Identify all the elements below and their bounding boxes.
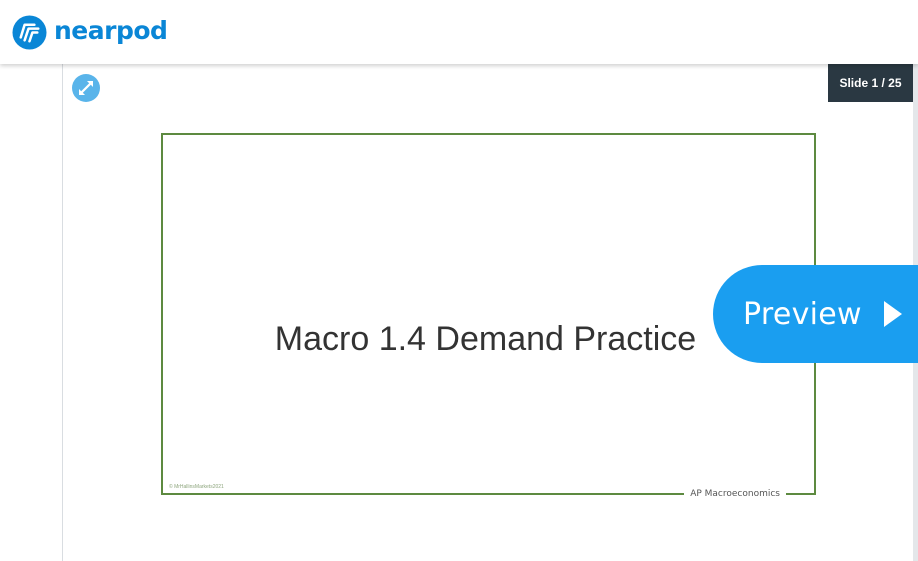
nearpod-logo[interactable]: nearpod: [12, 12, 168, 52]
slide-title: Macro 1.4 Demand Practice: [274, 320, 697, 358]
fullscreen-button[interactable]: [72, 74, 100, 102]
slide-copyright: © MrHallinsMarkets2021: [169, 484, 224, 490]
expand-arrows-icon: [79, 81, 93, 95]
slide-footer-course: AP Macroeconomics: [684, 488, 786, 500]
left-gutter: [0, 64, 63, 561]
nearpod-wordmark: nearpod: [54, 16, 168, 45]
play-triangle-icon: [883, 301, 902, 327]
preview-button[interactable]: Preview: [713, 265, 918, 363]
slide-counter: Slide 1 / 25: [828, 64, 913, 102]
preview-button-label: Preview: [743, 296, 862, 332]
nearpod-logo-icon: [12, 14, 47, 50]
top-header: nearpod: [0, 0, 918, 64]
